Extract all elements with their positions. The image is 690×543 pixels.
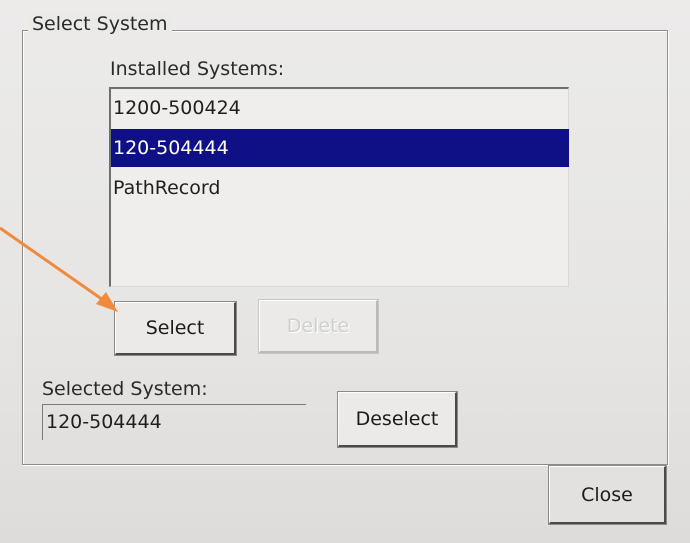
deselect-button[interactable]: Deselect (337, 391, 458, 448)
close-button[interactable]: Close (548, 465, 667, 525)
groupbox-title: Select System (28, 12, 172, 36)
delete-button[interactable]: Delete (258, 299, 379, 354)
select-system-dialog: Select System Installed Systems: 1200-50… (0, 0, 690, 543)
selected-system-field: 120-504444 (42, 404, 306, 440)
select-button[interactable]: Select (114, 301, 237, 356)
list-item-pathrecord[interactable]: PathRecord (111, 169, 569, 207)
list-item-120-504444[interactable]: 120-504444 (111, 129, 569, 167)
installed-systems-label: Installed Systems: (110, 58, 285, 80)
list-item-1200-500424[interactable]: 1200-500424 (111, 89, 569, 127)
installed-systems-listbox[interactable]: 1200-500424 120-504444 PathRecord (109, 87, 569, 287)
selected-system-label: Selected System: (42, 378, 208, 400)
